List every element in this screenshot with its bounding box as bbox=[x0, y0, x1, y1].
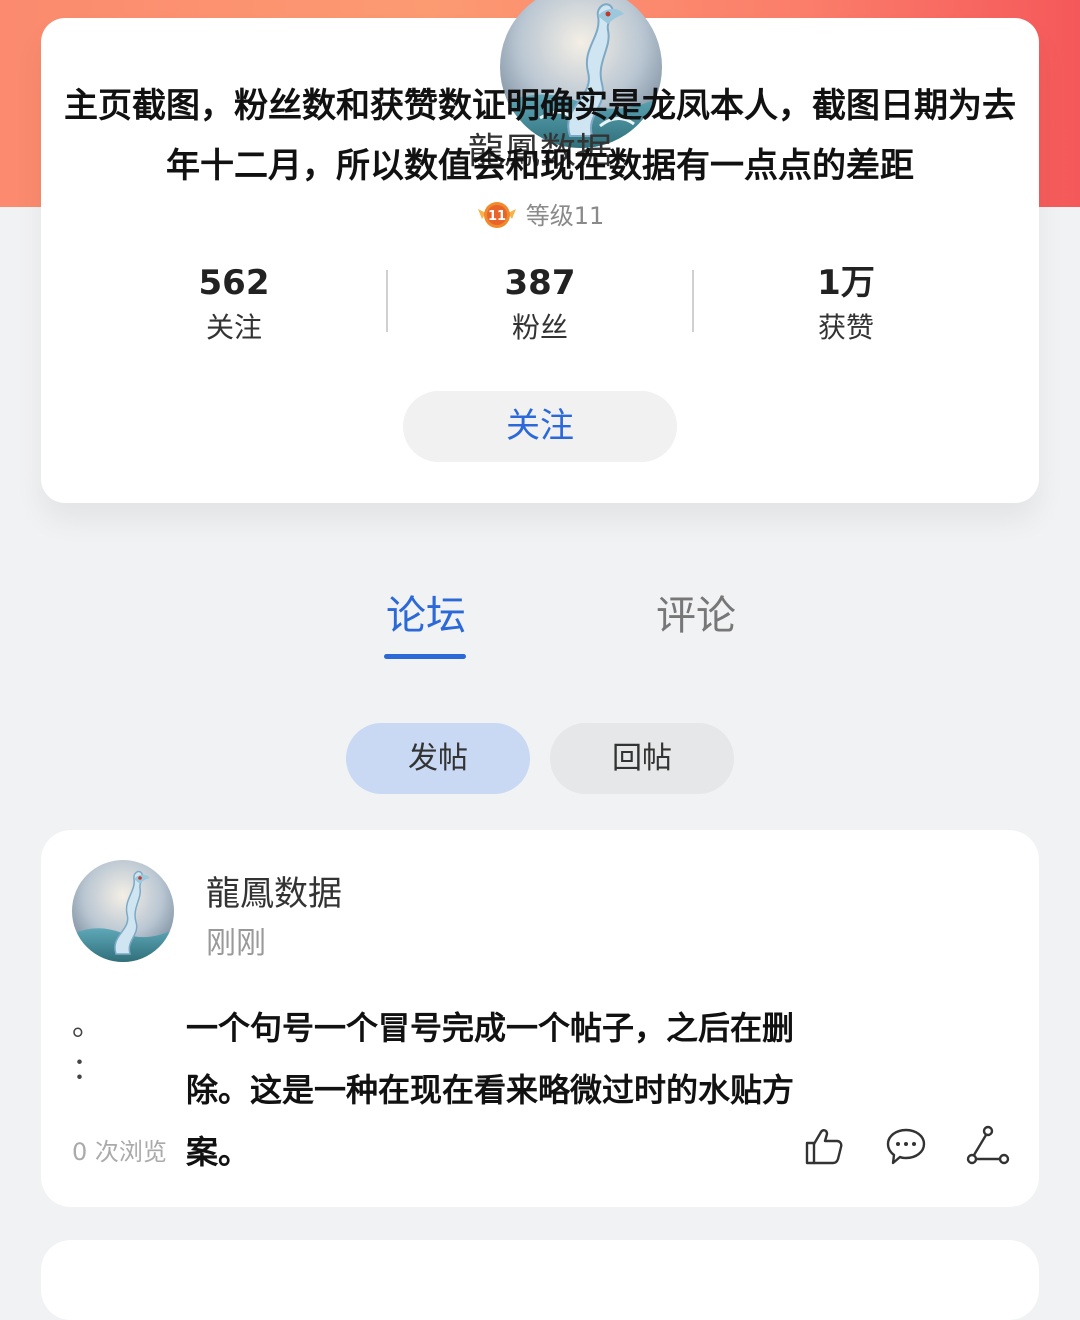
follow-button[interactable]: 关注 bbox=[403, 391, 677, 462]
stat-divider bbox=[692, 270, 694, 332]
subtab-replies[interactable]: 回帖 bbox=[550, 723, 734, 794]
dragon-avatar-image bbox=[72, 860, 174, 962]
active-tab-indicator bbox=[384, 654, 466, 659]
post-body-text: 一个句号一个冒号完成一个帖子，之后在删除。这是一种在现在看来略微过时的水贴方案。 bbox=[186, 1009, 795, 1171]
tab-forum[interactable]: 论坛 bbox=[386, 588, 466, 644]
stat-fans[interactable]: 387 粉丝 bbox=[440, 262, 640, 352]
share-icon[interactable] bbox=[966, 1124, 1010, 1168]
subtab-posts[interactable]: 发帖 bbox=[346, 723, 530, 794]
stat-likes-label: 获赞 bbox=[817, 311, 874, 344]
post-timestamp: 刚刚 bbox=[206, 926, 266, 961]
post-marks: 。 ： bbox=[72, 1004, 102, 1092]
post-mark-period: 。 bbox=[72, 1008, 102, 1043]
stat-likes[interactable]: 1万 获赞 bbox=[746, 262, 946, 352]
stat-following-value: 562 bbox=[198, 263, 270, 303]
like-icon[interactable] bbox=[802, 1124, 846, 1168]
next-post-card[interactable] bbox=[41, 1240, 1039, 1320]
stat-following-label: 关注 bbox=[205, 311, 262, 344]
level-badge-number: 11 bbox=[488, 209, 506, 224]
comment-icon[interactable] bbox=[884, 1124, 928, 1168]
stat-fans-label: 粉丝 bbox=[511, 311, 568, 344]
stat-likes-value: 1万 bbox=[817, 263, 875, 303]
stat-following[interactable]: 562 关注 bbox=[134, 262, 334, 352]
level-badge-icon: 11 bbox=[476, 197, 518, 231]
post-author-avatar[interactable] bbox=[72, 860, 174, 962]
tab-comments[interactable]: 评论 bbox=[656, 588, 736, 644]
stat-divider bbox=[386, 270, 388, 332]
post-author-name[interactable]: 龍鳳数据 bbox=[206, 866, 342, 915]
post-view-count: 0 次浏览 bbox=[72, 1138, 167, 1166]
profile-stats: 562 关注 387 粉丝 1万 获赞 bbox=[41, 262, 1039, 344]
post-mark-colon: ： bbox=[72, 1052, 102, 1087]
level-label: 等级11 bbox=[525, 202, 605, 230]
overlay-caption: 主页截图，粉丝数和获赞数证明确实是龙凤本人，截图日期为去年十二月，所以数值会和现… bbox=[64, 86, 1016, 186]
level-row: 11 等级11 bbox=[0, 196, 1080, 231]
stat-fans-value: 387 bbox=[504, 263, 576, 303]
